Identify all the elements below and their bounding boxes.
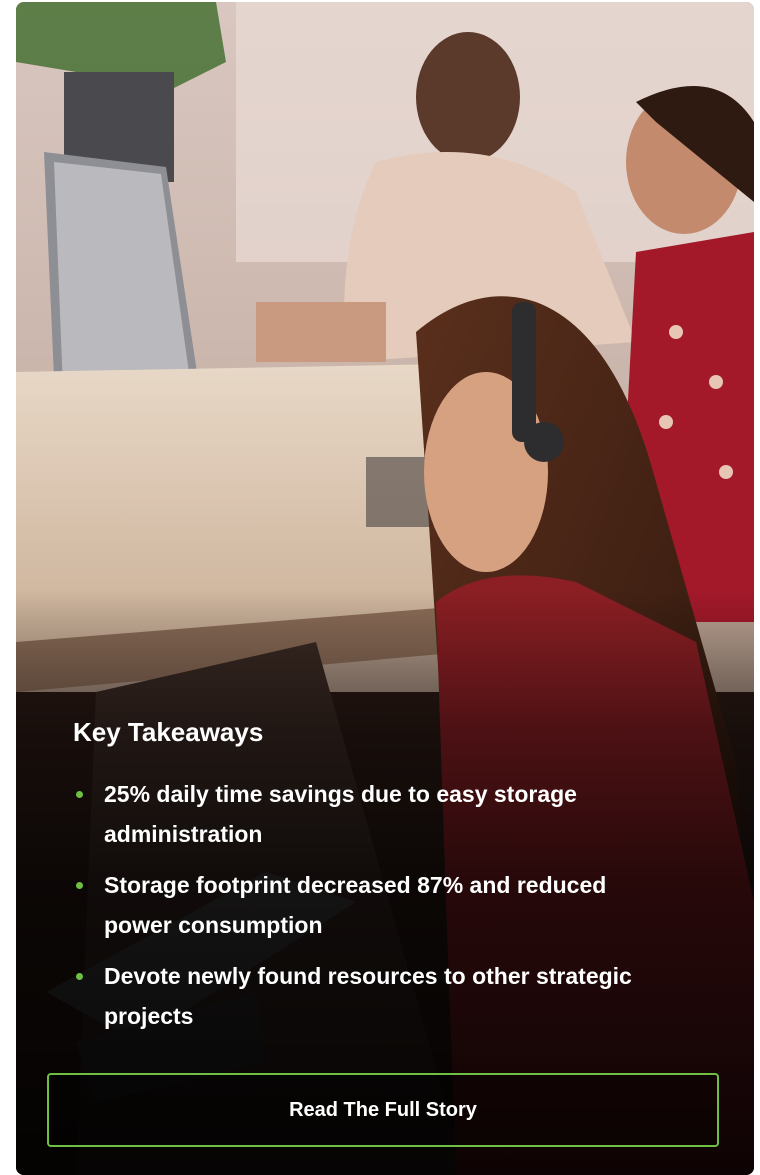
takeaways-panel: Key Takeaways 25% daily time savings due… xyxy=(16,2,754,1175)
takeaway-item: Storage footprint decreased 87% and redu… xyxy=(73,865,633,945)
bullet-dot-icon xyxy=(76,882,83,889)
takeaway-text: 25% daily time savings due to easy stora… xyxy=(104,781,577,847)
takeaway-item: 25% daily time savings due to easy stora… xyxy=(73,774,633,854)
takeaway-text: Devote newly found resources to other st… xyxy=(104,963,632,1029)
takeaway-item: Devote newly found resources to other st… xyxy=(73,956,633,1036)
read-full-story-button[interactable]: Read The Full Story xyxy=(47,1073,719,1147)
takeaways-title: Key Takeaways xyxy=(73,717,264,747)
takeaways-list: 25% daily time savings due to easy stora… xyxy=(73,774,633,1047)
story-card: Key Takeaways 25% daily time savings due… xyxy=(16,2,754,1175)
takeaway-text: Storage footprint decreased 87% and redu… xyxy=(104,872,607,938)
bullet-dot-icon xyxy=(76,973,83,980)
bullet-dot-icon xyxy=(76,791,83,798)
